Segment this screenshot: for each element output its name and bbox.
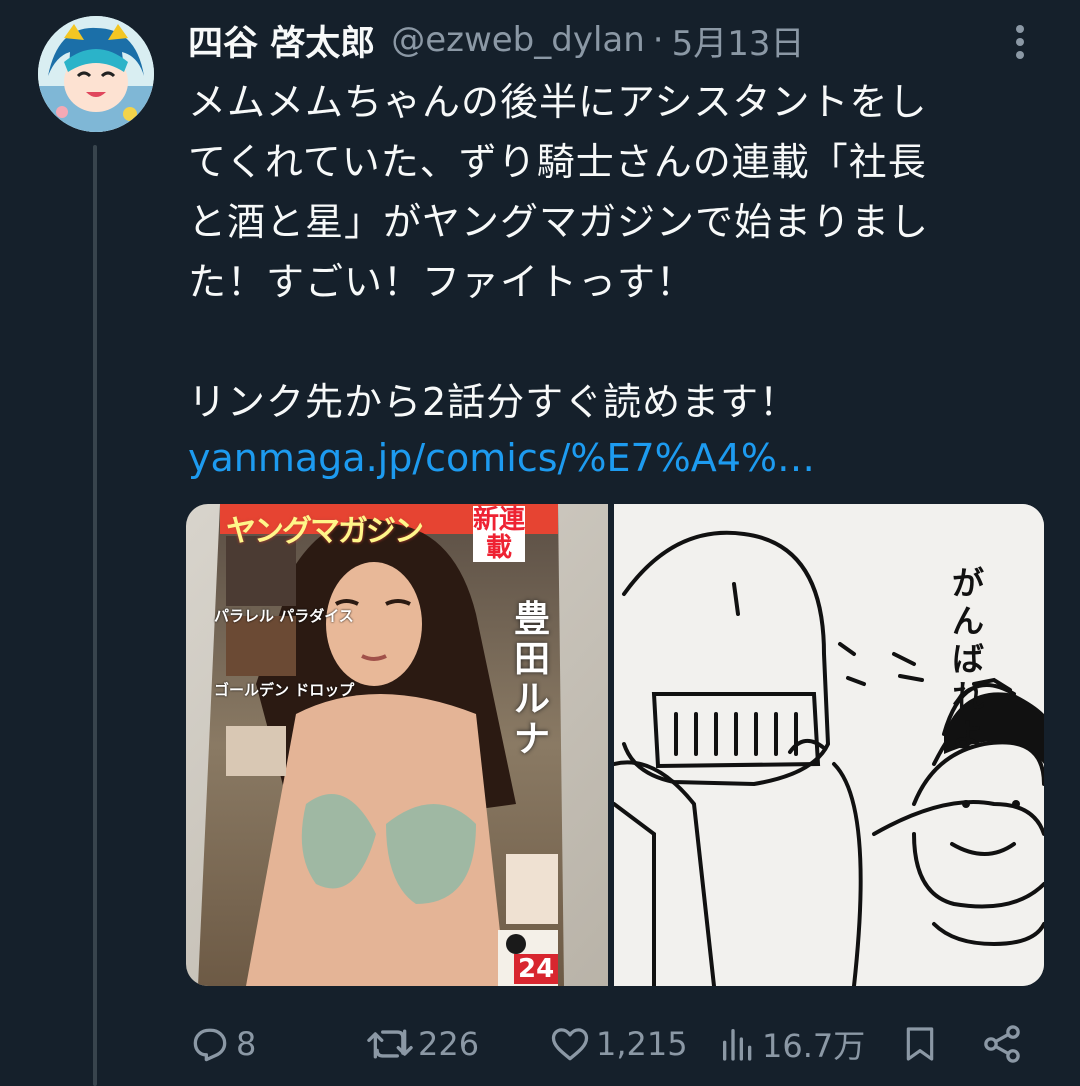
views-count: 16.7万 (762, 1027, 866, 1065)
tweet-link[interactable]: yanmaga.jp/comics/%E7%A4%… (188, 428, 815, 488)
tweet-header: 四谷 啓太郎 @ezweb_dylan · 5月13日 (188, 14, 1040, 66)
thread-line (93, 145, 97, 1086)
reply-icon (193, 1028, 227, 1062)
knight-manga-sketch-image[interactable]: がんばれよ (614, 504, 1044, 986)
views-chart-icon (723, 1029, 752, 1061)
speech-bubble-text: がんばれよ (952, 564, 985, 754)
separator-dot: · (652, 20, 664, 60)
cover-badge: 新連載 (473, 505, 526, 563)
user-handle[interactable]: @ezweb_dylan (391, 20, 645, 60)
retweet-button[interactable]: 226 (366, 1022, 479, 1066)
heart-icon (551, 1028, 589, 1061)
tweet-actions: 8 226 1,215 16.7万 (188, 1016, 1030, 1072)
tweet-text-line: てくれていた、ずり騎士さんの連載「社長 (188, 140, 927, 184)
avatar-image (38, 16, 154, 132)
share-icon (984, 1025, 1020, 1063)
tweet-text: メムメムちゃんの後半にアシスタントをし てくれていた、ずり騎士さんの連載「社長 … (188, 72, 1018, 432)
reply-button[interactable]: 8 (188, 1022, 256, 1066)
retweet-count: 226 (418, 1025, 480, 1063)
more-options-button[interactable] (1000, 22, 1040, 62)
tweet-text-line: と酒と星」がヤングマガジンで始まりまし (188, 200, 930, 244)
views-button[interactable]: 16.7万 (718, 1021, 865, 1067)
retweet-icon (367, 1029, 413, 1059)
tweet-text-line: リンク先から2話分すぐ読めます！ (188, 380, 799, 424)
tweet-text-line: メムメムちゃんの後半にアシスタントをし (188, 80, 928, 124)
cover-side-label: パラレル パラダイス (214, 607, 354, 625)
like-button[interactable]: 1,215 (548, 1022, 688, 1066)
cover-issue-number: 24 (514, 954, 559, 984)
more-vertical-icon (1016, 25, 1024, 59)
reply-count: 8 (236, 1025, 257, 1063)
cover-side-label: ゴールデン ドロップ (214, 681, 355, 699)
tweet-text-line (188, 312, 1018, 372)
display-name[interactable]: 四谷 啓太郎 (188, 15, 375, 66)
bookmark-button[interactable] (900, 1022, 940, 1066)
like-count: 1,215 (596, 1025, 688, 1063)
bookmark-icon (906, 1027, 934, 1061)
media-grid: ヤングマガジン 新連載 豊田ルナ パラレル パラダイス ゴールデン ドロップ 2… (186, 504, 1044, 986)
share-button[interactable] (980, 1022, 1024, 1066)
magazine-cover-image[interactable]: ヤングマガジン 新連載 豊田ルナ パラレル パラダイス ゴールデン ドロップ 2… (186, 504, 608, 986)
cover-title: ヤングマガジン (226, 514, 424, 549)
cover-name: 豊田ルナ (514, 599, 551, 760)
avatar[interactable] (38, 16, 154, 132)
tweet-text-line: た！すごい！ファイトっす！ (188, 260, 696, 304)
timestamp[interactable]: 5月13日 (672, 16, 805, 65)
